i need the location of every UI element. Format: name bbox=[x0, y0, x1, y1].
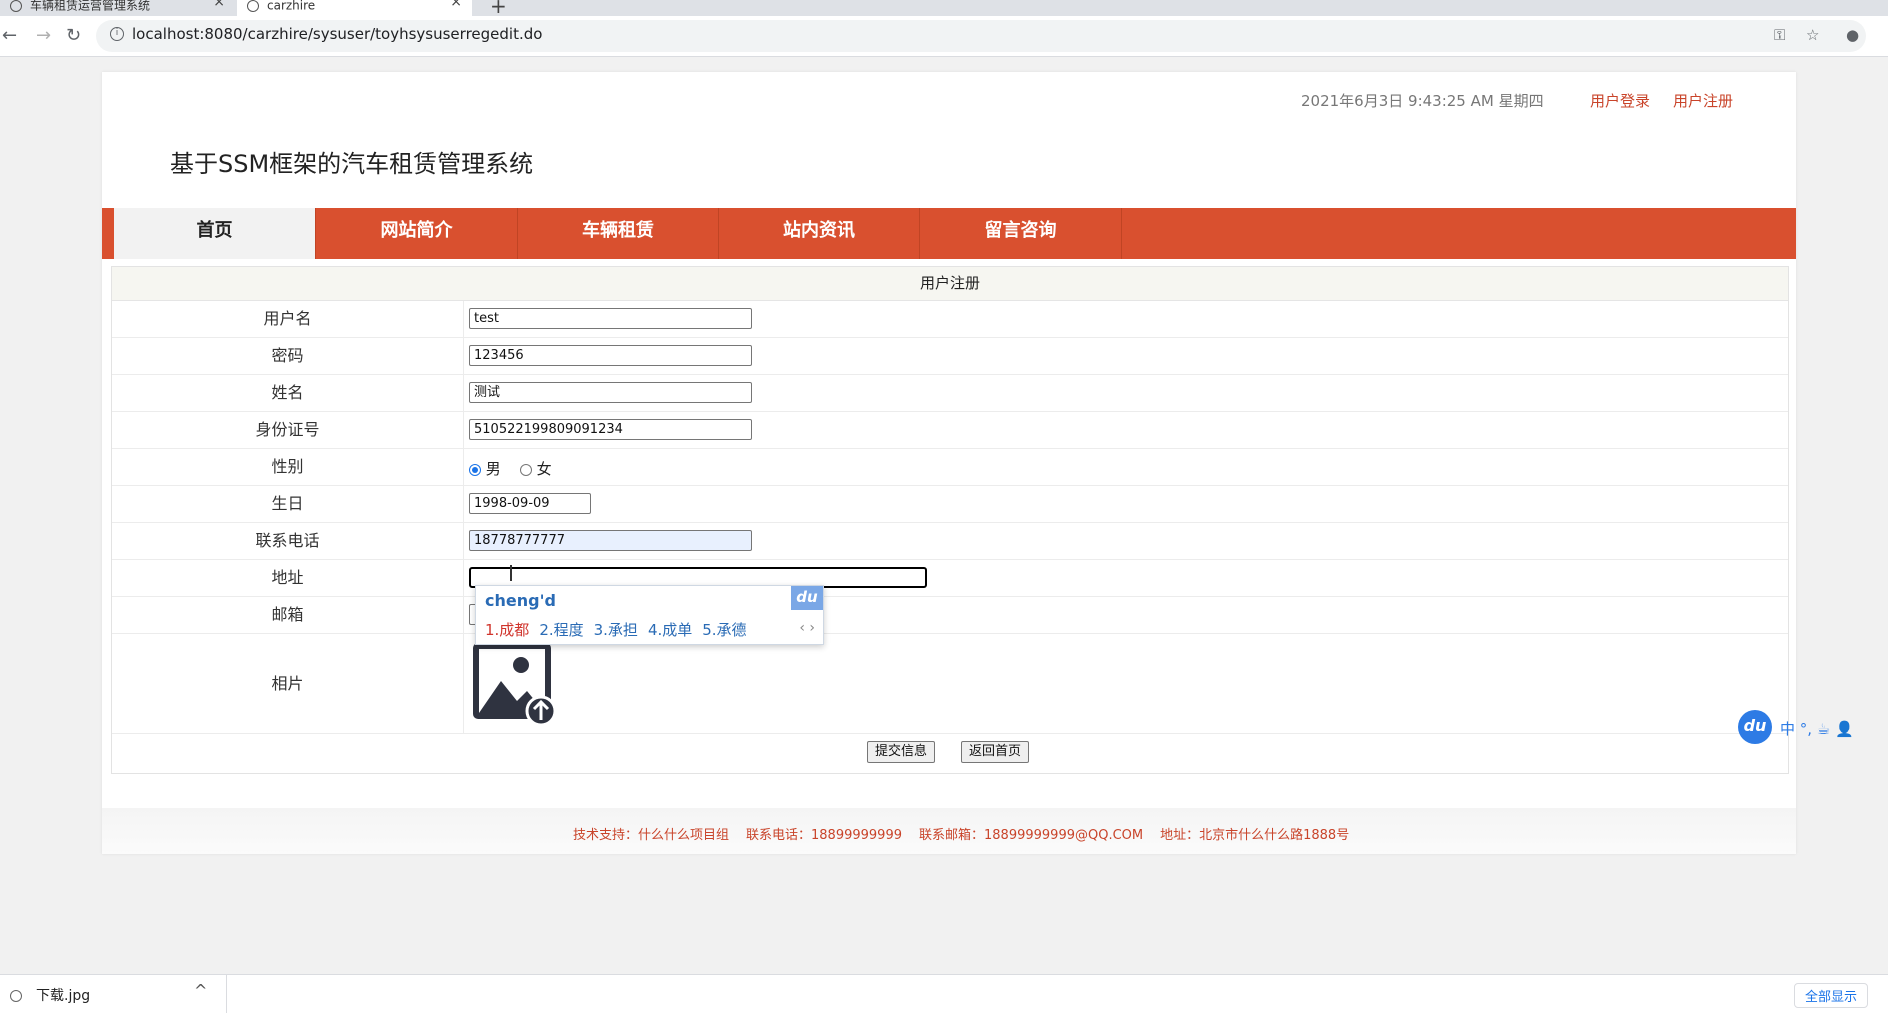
submit-button[interactable]: 提交信息 bbox=[867, 741, 936, 763]
birthday-label: 生日 bbox=[112, 486, 464, 522]
ime-candidate[interactable]: 4.成单 bbox=[648, 621, 692, 639]
baidu-ime-icon[interactable]: du bbox=[1738, 710, 1772, 744]
footer-info: 技术支持：什么什么项目组 联系电话：18899999999 联系邮箱：1889999… bbox=[573, 824, 1366, 843]
nav-home[interactable]: 首页 bbox=[114, 208, 316, 259]
close-icon[interactable]: × bbox=[450, 0, 462, 9]
image-upload-icon[interactable] bbox=[471, 641, 555, 725]
gender-label: 性别 bbox=[112, 449, 464, 485]
form-row-birthday: 生日 1998-09-09 bbox=[112, 486, 1788, 523]
gender-female-radio[interactable] bbox=[519, 463, 532, 476]
ime-candidates: 1.成都 2.程度 3.承担 4.成单 5.承德 bbox=[485, 619, 757, 640]
reload-icon[interactable]: ↻ bbox=[66, 25, 81, 46]
login-link[interactable]: 用户登录 bbox=[1590, 90, 1650, 111]
gender-female-label: 女 bbox=[536, 460, 552, 478]
name-input[interactable]: 测试 bbox=[469, 382, 752, 403]
birthday-input[interactable]: 1998-09-09 bbox=[469, 493, 591, 514]
form-row-password: 密码 123456 bbox=[112, 338, 1788, 375]
back-arrow-icon[interactable]: ← bbox=[2, 25, 17, 46]
main-nav: 首页 网站简介 车辆租赁 站内资讯 留言咨询 bbox=[102, 208, 1796, 259]
gender-male-radio[interactable] bbox=[469, 463, 481, 476]
register-form: 用户注册 用户名 test 密码 123456 姓名 测试 身份证号 51052… bbox=[111, 266, 1789, 774]
ime-candidate[interactable]: 5.承德 bbox=[702, 621, 746, 639]
ime-pinyin: cheng'd bbox=[485, 591, 556, 610]
close-icon[interactable]: × bbox=[213, 0, 225, 9]
form-row-phone: 联系电话 18778777777 bbox=[112, 523, 1788, 560]
footer-support: 技术支持：什么什么项目组 bbox=[573, 828, 730, 843]
nav-message[interactable]: 留言咨询 bbox=[920, 208, 1122, 259]
globe-icon bbox=[247, 0, 259, 12]
form-row-photo: 相片 bbox=[112, 634, 1788, 734]
footer-address: 地址：北京市什么什么路1888号 bbox=[1160, 828, 1350, 843]
footer-email: 联系邮箱：18899999999@QQ.COM bbox=[919, 828, 1144, 843]
nav-about[interactable]: 网站简介 bbox=[316, 208, 518, 259]
info-icon[interactable]: i bbox=[110, 27, 124, 41]
username-label: 用户名 bbox=[112, 301, 464, 337]
profile-icon[interactable]: ● bbox=[1846, 26, 1859, 44]
footer-phone: 联系电话：18899999999 bbox=[746, 828, 902, 843]
chevron-up-icon[interactable]: ^ bbox=[194, 981, 207, 1000]
form-row-address: 地址 bbox=[112, 560, 1788, 597]
phone-label: 联系电话 bbox=[112, 523, 464, 559]
form-row-email: 邮箱 bbox=[112, 597, 1788, 634]
gender-options: 男 女 bbox=[469, 458, 552, 479]
phone-input[interactable]: 18778777777 bbox=[469, 530, 752, 551]
tab-rental-system[interactable]: 车辆租赁运营管理系统 × bbox=[0, 0, 235, 16]
password-input[interactable]: 123456 bbox=[469, 345, 752, 366]
name-label: 姓名 bbox=[112, 375, 464, 411]
divider bbox=[226, 975, 227, 1013]
idcard-label: 身份证号 bbox=[112, 412, 464, 448]
show-all-button[interactable]: 全部显示 bbox=[1793, 983, 1868, 1008]
form-row-username: 用户名 test bbox=[112, 301, 1788, 338]
ime-status-bar: du 中 °, ☕ 👤 bbox=[1738, 710, 1888, 744]
star-icon[interactable]: ☆ bbox=[1806, 26, 1819, 44]
ime-candidate[interactable]: 3.承担 bbox=[594, 621, 638, 639]
key-icon[interactable]: ⚿ bbox=[1774, 26, 1785, 44]
form-row-gender: 性别 男 女 bbox=[112, 449, 1788, 486]
download-item[interactable]: 下载.jpg bbox=[10, 985, 90, 1005]
download-bar: 下载.jpg ^ 全部显示 bbox=[0, 974, 1888, 1013]
password-label: 密码 bbox=[112, 338, 464, 374]
tab-strip: 车辆租赁运营管理系统 × carzhire × + bbox=[0, 0, 1888, 18]
form-row-name: 姓名 测试 bbox=[112, 375, 1788, 412]
globe-icon bbox=[10, 0, 22, 12]
ime-toolbar[interactable]: 中 °, ☕ 👤 bbox=[1780, 718, 1854, 739]
nav-news[interactable]: 站内资讯 bbox=[719, 208, 920, 259]
image-file-icon bbox=[10, 990, 22, 1002]
datetime-display: 2021年6月3日 9:43:25 AM 星期四 bbox=[1301, 92, 1544, 110]
ime-page-arrows-icon[interactable]: ‹ › bbox=[799, 620, 815, 636]
back-home-button[interactable]: 返回首页 bbox=[961, 741, 1030, 763]
download-filename: 下载.jpg bbox=[36, 988, 91, 1004]
text-cursor bbox=[510, 565, 512, 581]
tab-carzhire[interactable]: carzhire × bbox=[237, 0, 472, 16]
idcard-input[interactable]: 510522199809091234 bbox=[469, 419, 752, 440]
username-input[interactable]: test bbox=[469, 308, 752, 329]
gender-male-label: 男 bbox=[485, 460, 501, 478]
baidu-ime-icon: du bbox=[791, 586, 823, 610]
site-title: 基于SSM框架的汽车租赁管理系统 bbox=[170, 150, 534, 178]
ime-candidate[interactable]: 2.程度 bbox=[539, 621, 583, 639]
email-label: 邮箱 bbox=[112, 597, 464, 633]
register-link[interactable]: 用户注册 bbox=[1673, 90, 1733, 111]
tab-title: carzhire bbox=[267, 0, 316, 13]
url-text[interactable]: localhost:8080/carzhire/sysuser/toyhsysu… bbox=[132, 25, 542, 43]
forward-arrow-icon[interactable]: → bbox=[36, 25, 51, 46]
ime-candidate[interactable]: 1.成都 bbox=[485, 621, 529, 639]
form-heading: 用户注册 bbox=[112, 267, 1788, 301]
nav-rental[interactable]: 车辆租赁 bbox=[518, 208, 719, 259]
address-label: 地址 bbox=[112, 560, 464, 596]
ime-candidate-popup: cheng'd du 1.成都 2.程度 3.承担 4.成单 5.承德 ‹ › bbox=[475, 585, 824, 645]
photo-label: 相片 bbox=[112, 634, 464, 733]
tab-title: 车辆租赁运营管理系统 bbox=[30, 0, 151, 13]
form-row-idcard: 身份证号 510522199809091234 bbox=[112, 412, 1788, 449]
